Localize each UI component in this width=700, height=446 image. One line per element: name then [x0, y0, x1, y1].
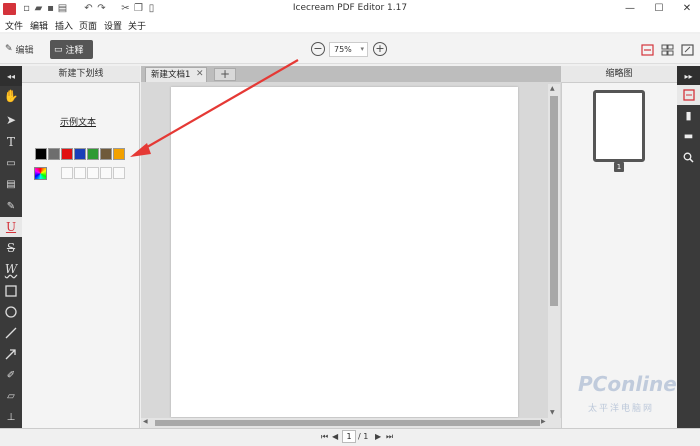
thumbnail-panel-header: 缩略图: [561, 66, 677, 83]
collapse-right-icon[interactable]: ▸▸: [677, 66, 700, 86]
page-thumbnail[interactable]: [593, 90, 645, 162]
first-page-icon[interactable]: ⏮: [321, 432, 328, 442]
bookmark-icon[interactable]: ▮: [677, 105, 700, 125]
watermark-logo: PConline: [578, 372, 677, 396]
next-page-icon[interactable]: ▶: [375, 432, 381, 441]
total-pages: / 1: [358, 432, 369, 441]
search-icon[interactable]: [677, 147, 700, 167]
previous-page-icon[interactable]: ◀: [332, 432, 338, 441]
current-page-input[interactable]: 1: [342, 430, 356, 443]
watermark-subtitle: 太平洋电脑网: [588, 404, 655, 414]
last-page-icon[interactable]: ⏭: [386, 432, 393, 442]
comments-list-icon[interactable]: ▬: [677, 126, 700, 146]
page-thumbnail-number: 1: [614, 162, 624, 172]
thumbnails-view-icon[interactable]: [677, 85, 700, 105]
